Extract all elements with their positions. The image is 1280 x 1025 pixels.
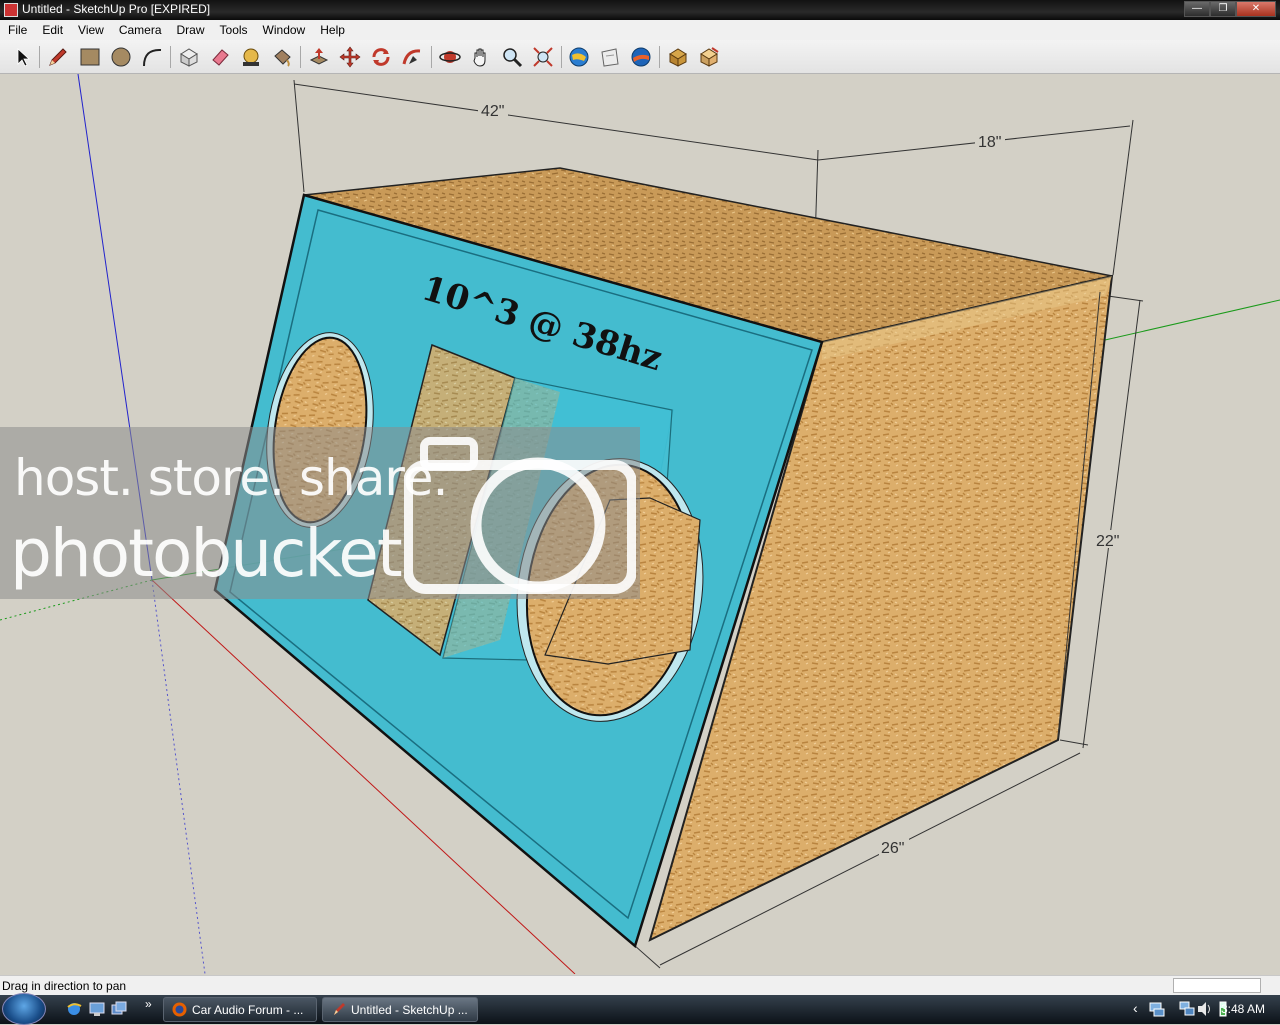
start-button[interactable] (2, 993, 46, 1025)
window-title: Untitled - SketchUp Pro [EXPIRED] (22, 2, 211, 16)
show-desktop-icon[interactable] (89, 1001, 105, 1017)
move-icon[interactable] (338, 45, 362, 69)
status-bar: Drag in direction to pan (0, 975, 1280, 996)
rectangle-tool-icon[interactable] (78, 45, 102, 69)
pan-hand-icon[interactable] (469, 45, 493, 69)
pencil-tool-icon[interactable] (46, 45, 70, 69)
tray-expand-arrow[interactable]: ‹ (1133, 1000, 1138, 1016)
measurements-box[interactable] (1173, 978, 1261, 993)
zoom-icon[interactable] (500, 45, 524, 69)
menu-edit[interactable]: Edit (34, 20, 70, 40)
components-icon[interactable] (666, 45, 690, 69)
firefox-icon (172, 1002, 187, 1017)
eraser-icon[interactable] (208, 45, 232, 69)
network-icon[interactable] (1148, 1000, 1166, 1018)
dimension-bottom-depth: 26" (881, 840, 904, 857)
windows-taskbar: » Car Audio Forum - ... Untitled - Sketc… (0, 993, 1280, 1025)
sketchup-icon (334, 1003, 345, 1015)
menu-view[interactable]: View (70, 20, 111, 40)
dimension-height: 22" (1096, 533, 1119, 550)
menu-tools[interactable]: Tools (212, 20, 255, 40)
minimize-button[interactable]: — (1184, 1, 1210, 17)
orbit-icon[interactable] (438, 45, 462, 69)
arc-tool-icon[interactable] (140, 45, 164, 69)
tape-measure-icon[interactable] (239, 45, 263, 69)
taskbar-clock[interactable]: 3:48 AM (1221, 1002, 1265, 1016)
menu-file[interactable]: File (0, 20, 34, 40)
title-bar: Untitled - SketchUp Pro [EXPIRED] — ❐ ✕ (0, 0, 1280, 20)
watermark-brand: photobucket (10, 515, 403, 592)
menu-draw[interactable]: Draw (169, 20, 212, 40)
maximize-button[interactable]: ❐ (1210, 1, 1236, 17)
menu-help[interactable]: Help (312, 20, 352, 40)
make-component-icon[interactable] (177, 45, 201, 69)
menu-camera[interactable]: Camera (111, 20, 169, 40)
camera-icon (404, 437, 636, 594)
menu-window[interactable]: Window (255, 20, 313, 40)
taskbar-firefox[interactable]: Car Audio Forum - ... (163, 997, 317, 1022)
select-tool-icon[interactable] (10, 45, 34, 69)
taskbar-sketchup[interactable]: Untitled - SketchUp ... (322, 997, 478, 1022)
paint-bucket-icon[interactable] (270, 45, 294, 69)
rotate-icon[interactable] (369, 45, 393, 69)
quicklaunch-overflow[interactable]: » (145, 997, 152, 1011)
dimension-depth: 18" (978, 134, 1001, 151)
push-pull-icon[interactable] (307, 45, 331, 69)
internet-explorer-icon[interactable] (66, 1001, 82, 1017)
circle-tool-icon[interactable] (109, 45, 133, 69)
sketchup-app-icon[interactable] (4, 3, 18, 17)
menu-bar: File Edit View Camera Draw Tools Window … (0, 20, 1280, 40)
share-model-icon[interactable] (598, 45, 622, 69)
close-button[interactable]: ✕ (1236, 1, 1276, 17)
status-message: Drag in direction to pan (2, 979, 127, 993)
photobucket-watermark: host. store. share. photobucket (0, 427, 640, 599)
switch-windows-icon[interactable] (111, 1001, 127, 1017)
get-models-icon[interactable] (567, 45, 591, 69)
styles-icon[interactable] (697, 45, 721, 69)
network-connection-icon[interactable] (1178, 1000, 1196, 1018)
volume-icon[interactable] (1196, 1000, 1214, 1018)
zoom-extents-icon[interactable] (531, 45, 555, 69)
drawing-viewport[interactable]: 10^3 @ 38hz 42" 18" 22" 26" host. store.… (0, 74, 1280, 974)
watermark-tagline: host. store. share. (14, 449, 448, 507)
dimension-width: 42" (481, 103, 504, 120)
follow-me-icon[interactable] (400, 45, 424, 69)
main-toolbar (0, 40, 1280, 74)
window-controls: — ❐ ✕ (1184, 1, 1276, 17)
google-earth-icon[interactable] (629, 45, 653, 69)
